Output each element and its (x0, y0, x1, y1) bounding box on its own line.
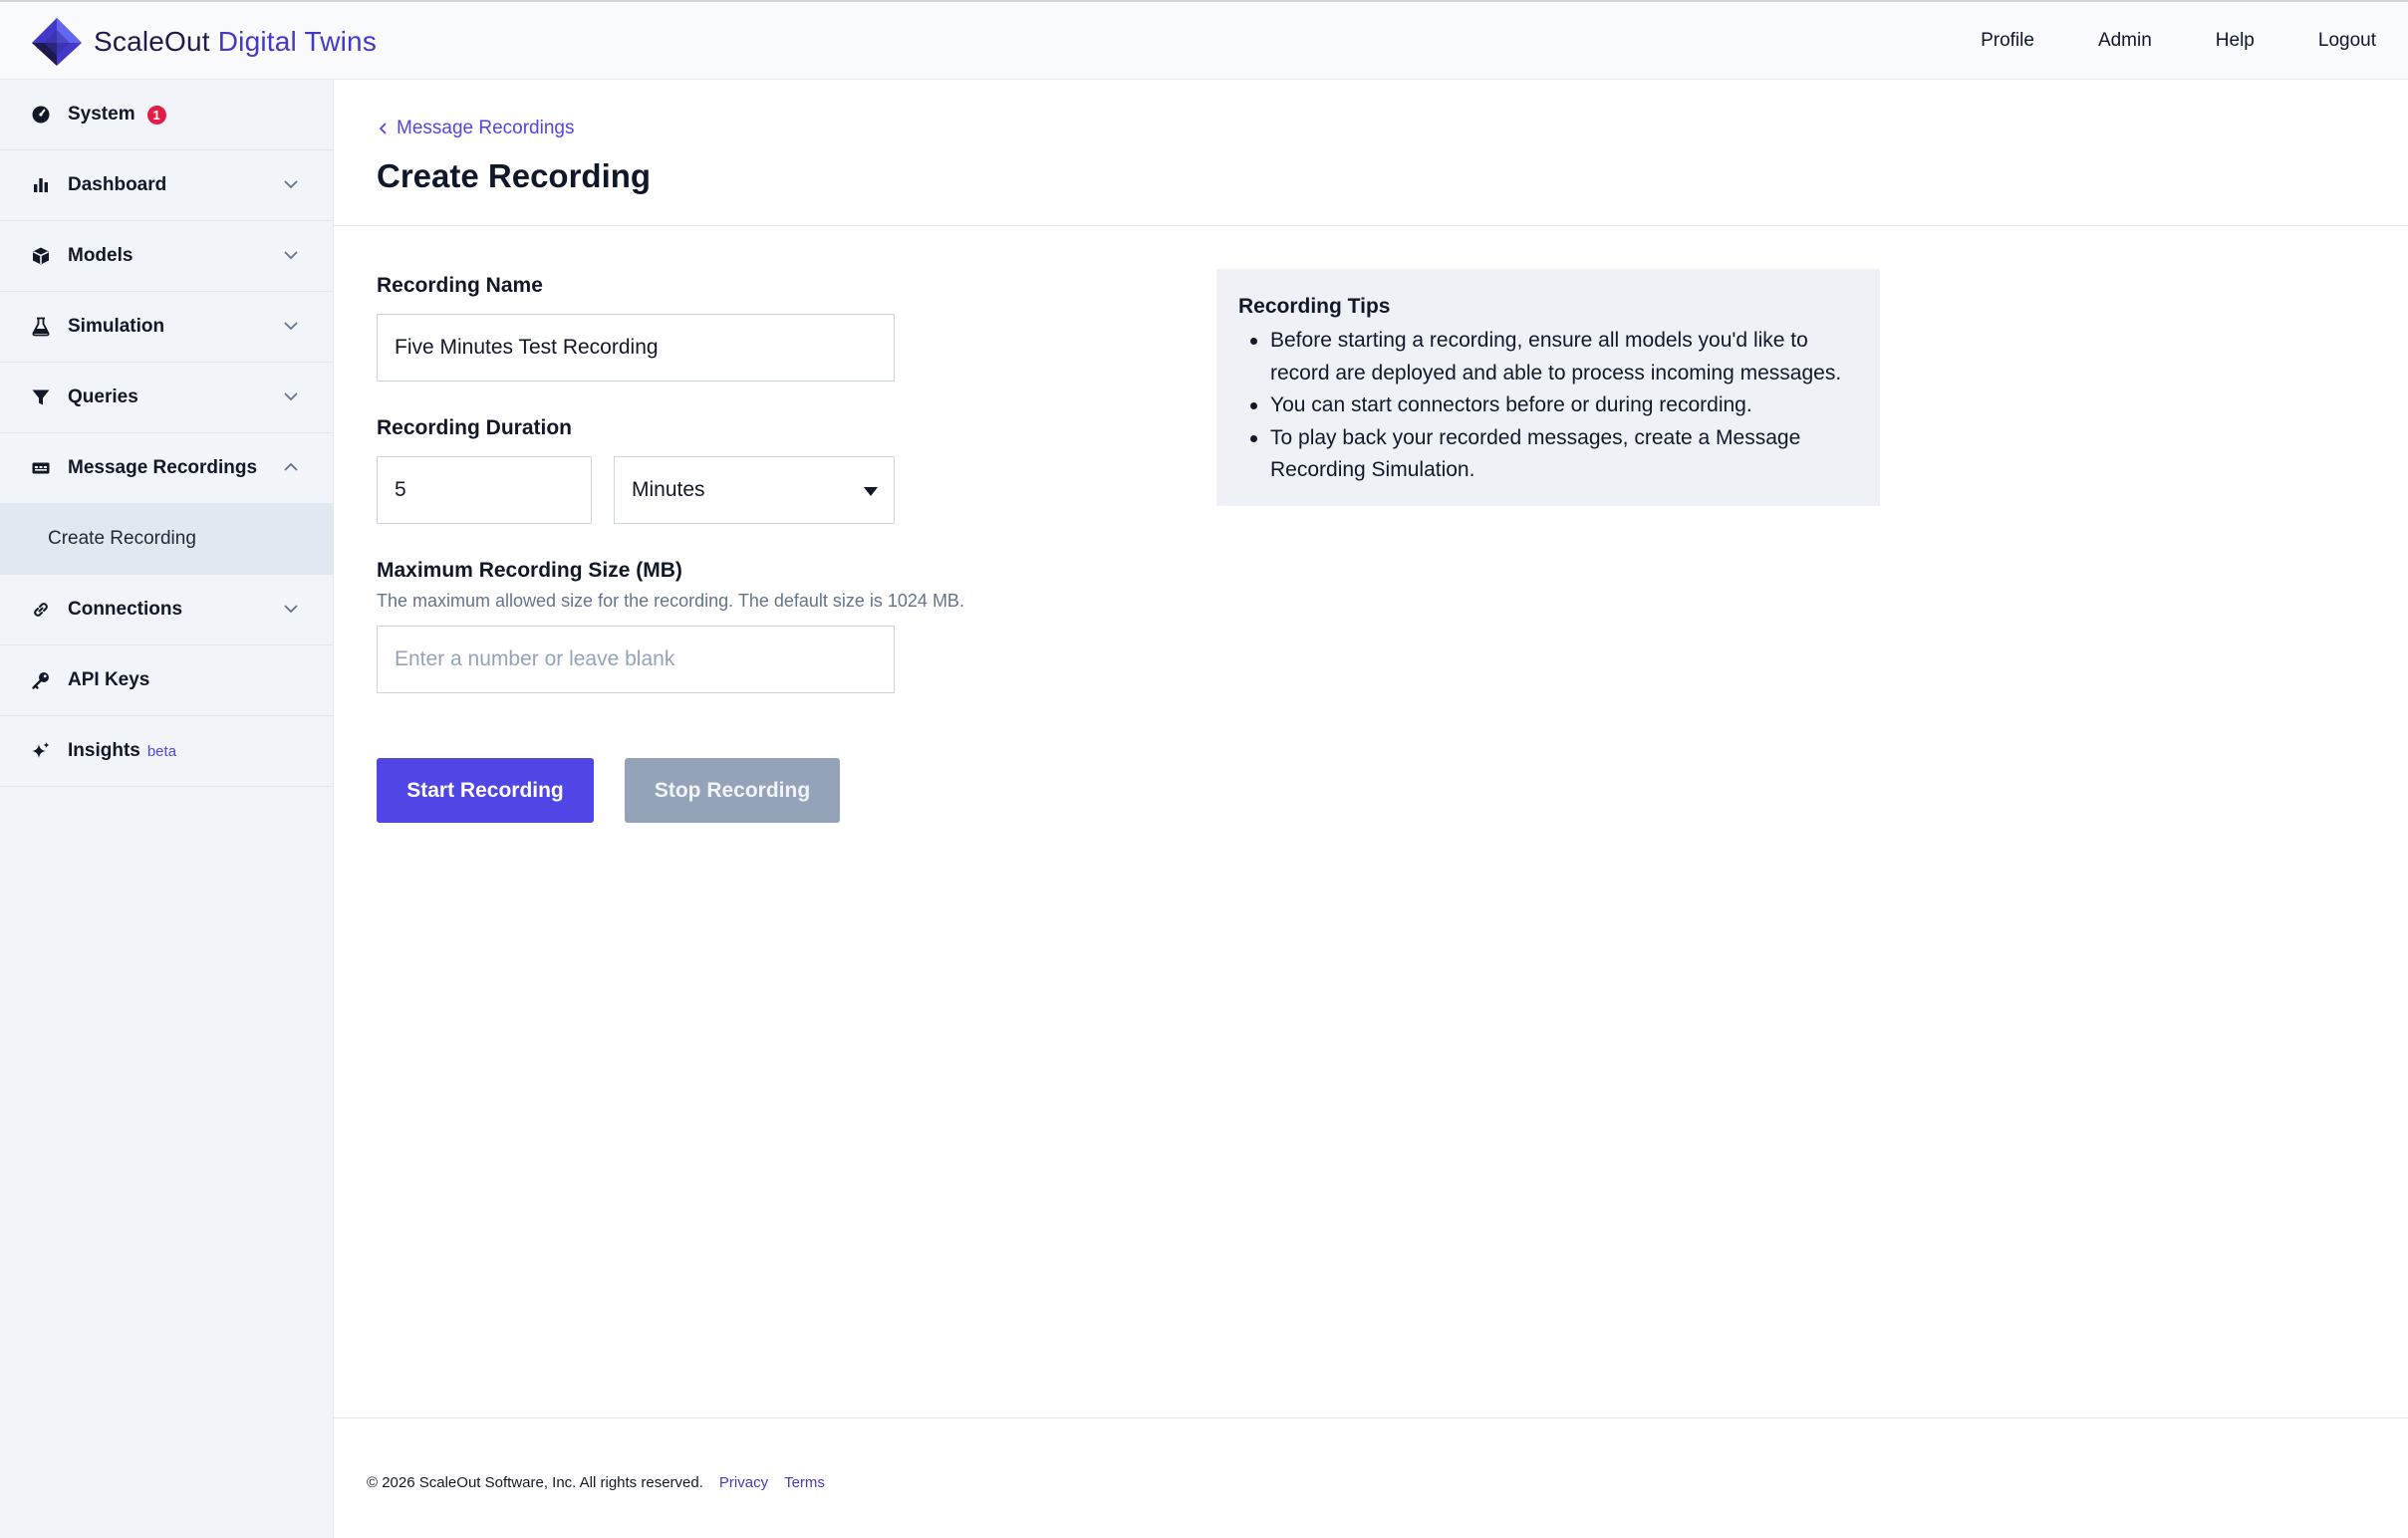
stop-recording-button[interactable]: Stop Recording (625, 758, 840, 823)
chevron-down-icon (284, 392, 298, 401)
list-item: To play back your recorded messages, cre… (1238, 422, 1858, 487)
logout-link[interactable]: Logout (2318, 26, 2376, 56)
admin-link[interactable]: Admin (2098, 26, 2152, 56)
filter-icon (30, 386, 52, 408)
max-size-input[interactable] (377, 626, 895, 693)
recording-duration-input[interactable] (377, 456, 592, 524)
sidebar-item-models[interactable]: Models (0, 221, 333, 292)
cube-icon (30, 245, 52, 267)
sidebar-item-simulation[interactable]: Simulation (0, 292, 333, 363)
sidebar-item-queries[interactable]: Queries (0, 363, 333, 433)
flask-icon (30, 316, 52, 338)
list-item: You can start connectors before or durin… (1238, 389, 1858, 422)
sidebar-item-label: Models (68, 245, 134, 266)
privacy-link[interactable]: Privacy (719, 1474, 768, 1491)
sidebar-item-label: Queries (68, 386, 138, 407)
chevron-left-icon (379, 123, 387, 134)
gauge-icon (30, 104, 52, 126)
sidebar-item-label: API Keys (68, 669, 150, 690)
notification-badge: 1 (146, 105, 166, 125)
scaleout-logo-icon (32, 18, 82, 66)
recording-tips-title: Recording Tips (1238, 295, 1391, 318)
recording-duration-label: Recording Duration (377, 416, 573, 439)
sidebar-item-label: Message Recordings (68, 457, 258, 478)
top-nav: Profile Admin Help Logout (1917, 26, 2376, 56)
chevron-up-icon (284, 462, 298, 471)
help-link[interactable]: Help (2216, 26, 2255, 56)
breadcrumb-link[interactable]: Message Recordings (397, 118, 574, 139)
recording-name-input[interactable] (377, 314, 895, 382)
list-item: Before starting a recording, ensure all … (1238, 325, 1858, 389)
start-recording-button[interactable]: Start Recording (377, 758, 594, 823)
sidebar-item-connections[interactable]: Connections (0, 575, 333, 645)
chevron-down-icon (284, 322, 298, 331)
page-header: Message Recordings Create Recording (334, 80, 2408, 226)
recording-icon (30, 457, 52, 479)
create-recording-form: Recording Name Recording Duration Minute… (377, 274, 1074, 693)
sidebar-item-insights[interactable]: Insights beta (0, 716, 333, 787)
duration-unit-value: Minutes (632, 478, 705, 501)
brand-name: ScaleOut Digital Twins (94, 26, 377, 58)
brand-name-primary: ScaleOut (94, 26, 210, 57)
footer: © 2026 ScaleOut Software, Inc. All right… (334, 1417, 2408, 1538)
sidebar-item-system[interactable]: System 1 (0, 80, 333, 150)
recording-name-label: Recording Name (377, 274, 543, 297)
sidebar-item-label: System (68, 104, 135, 125)
copyright-text: © 2026 ScaleOut Software, Inc. All right… (367, 1474, 703, 1491)
beta-tag: beta (146, 742, 177, 760)
recording-tips-list: Before starting a recording, ensure all … (1238, 325, 1858, 487)
caret-down-icon (864, 487, 878, 496)
main-content: Message Recordings Create Recording Reco… (334, 80, 2408, 1538)
chevron-down-icon (284, 605, 298, 614)
brand[interactable]: ScaleOut Digital Twins (30, 16, 377, 68)
sidebar-item-api-keys[interactable]: API Keys (0, 645, 333, 716)
sidebar-subitem-create-recording[interactable]: Create Recording (0, 504, 333, 575)
sidebar-item-label: Simulation (68, 316, 165, 337)
sidebar-item-label: Insights (68, 740, 140, 761)
terms-link[interactable]: Terms (784, 1474, 825, 1491)
sidebar-item-label: Dashboard (68, 174, 167, 195)
chevron-down-icon (284, 251, 298, 260)
sidebar-item-label: Connections (68, 599, 183, 620)
duration-row: Minutes (377, 456, 1074, 524)
sidebar-item-dashboard[interactable]: Dashboard (0, 150, 333, 221)
sparkle-icon (30, 740, 52, 762)
recording-tips-panel: Recording Tips Before starting a recordi… (1216, 269, 1880, 506)
sidebar: System 1 Dashboard Models Simulation Que… (0, 80, 334, 1538)
chevron-down-icon (284, 180, 298, 189)
sidebar-item-message-recordings[interactable]: Message Recordings (0, 433, 333, 504)
key-icon (30, 669, 52, 691)
duration-unit-select[interactable]: Minutes (614, 456, 895, 524)
link-icon (30, 599, 52, 621)
max-size-label: Maximum Recording Size (MB) (377, 559, 682, 582)
footer-content: © 2026 ScaleOut Software, Inc. All right… (367, 1474, 825, 1491)
top-header: ScaleOut Digital Twins Profile Admin Hel… (0, 0, 2408, 80)
profile-link[interactable]: Profile (1981, 26, 2034, 56)
page-title: Create Recording (377, 157, 652, 194)
breadcrumb[interactable]: Message Recordings (378, 118, 574, 139)
max-size-help-text: The maximum allowed size for the recordi… (377, 591, 964, 611)
brand-name-secondary: Digital Twins (217, 26, 378, 57)
bar-chart-icon (30, 174, 52, 196)
